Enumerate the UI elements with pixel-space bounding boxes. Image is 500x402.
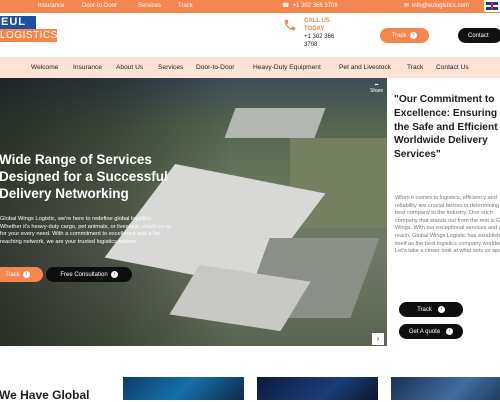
- get-a-quote-button[interactable]: Get A quote ›: [399, 324, 463, 339]
- get-a-quote-label: Get A quote: [408, 328, 441, 335]
- arrow-circle-icon: ›: [437, 306, 445, 313]
- main-nav: Welcome Insurance About Us Services Door…: [0, 57, 500, 78]
- call-us-block: CALL US TODAY +1 302 366 3708: [304, 17, 334, 49]
- hero-section: ➦ Share Wide Range of Services Designed …: [0, 78, 387, 346]
- nav-item-about-us[interactable]: About Us: [116, 64, 143, 71]
- global-section: We Have Global: [0, 346, 500, 402]
- hero-track-button[interactable]: Track ›: [0, 267, 43, 282]
- call-label-1: CALL US: [304, 18, 330, 24]
- uk-flag-icon: [486, 2, 498, 10]
- nav-item-pet-and-livestock[interactable]: Pet and Livestock: [339, 64, 391, 71]
- share-button[interactable]: ➦ Share: [370, 82, 383, 94]
- topbar-email-address: info@eulogistics.com: [412, 2, 469, 9]
- hero-building: [224, 108, 326, 138]
- service-card-image[interactable]: [257, 377, 378, 400]
- phone-call-icon: [284, 19, 296, 31]
- free-consultation-label: Free Consultation: [60, 271, 108, 278]
- service-card-image[interactable]: [123, 377, 244, 400]
- top-bar: Insurance Door-to-Door Services Track ☎ …: [0, 0, 500, 13]
- commitment-track-button[interactable]: Track ›: [399, 302, 463, 317]
- header-contact-button[interactable]: Contact: [458, 28, 500, 43]
- header-track-label: Track: [391, 32, 407, 39]
- hero-title: Wide Range of Services Designed for a Su…: [0, 152, 168, 201]
- arrow-circle-icon: ›: [22, 271, 30, 278]
- share-label: Share: [370, 88, 384, 94]
- topbar-email[interactable]: ✉ info@eulogistics.com: [404, 2, 469, 10]
- phone-icon: ☎: [282, 3, 290, 9]
- nav-item-door-to-door[interactable]: Door-to-Door: [196, 64, 234, 71]
- nav-item-heavy-duty-equipment[interactable]: Heavy-Duty Equipment: [253, 64, 321, 71]
- service-card-image[interactable]: [391, 377, 500, 400]
- header: EUL LOGISTICS CALL US TODAY +1 302 366 3…: [0, 13, 500, 57]
- hero-text: Global Wings Logistic, we're here to red…: [0, 216, 172, 245]
- nav-item-track[interactable]: Track: [407, 64, 423, 71]
- nav-item-insurance[interactable]: Insurance: [73, 64, 102, 71]
- nav-item-welcome[interactable]: Welcome: [31, 64, 58, 71]
- header-contact-label: Contact: [468, 32, 489, 39]
- topbar-link-services[interactable]: Services: [138, 3, 161, 9]
- free-consultation-button[interactable]: Free Consultation ›: [46, 267, 132, 282]
- topbar-phone-number: +1 302 366 3708: [292, 2, 338, 9]
- arrow-circle-icon: ›: [446, 328, 454, 335]
- topbar-link-insurance[interactable]: Insurance: [38, 3, 64, 9]
- header-track-button[interactable]: Track ›: [380, 28, 429, 43]
- logo[interactable]: EUL LOGISTICS: [0, 16, 57, 42]
- logo-bottom: LOGISTICS: [0, 29, 58, 42]
- call-number-2: 3708: [304, 42, 318, 48]
- topbar-link-track[interactable]: Track: [178, 3, 193, 9]
- topbar-phone[interactable]: ☎ +1 302 366 3708: [282, 2, 338, 10]
- language-selector[interactable]: EN: [484, 0, 500, 12]
- arrow-circle-icon: ›: [410, 32, 418, 39]
- commitment-title: "Our Commitment to Excellence: Ensuring …: [394, 94, 498, 161]
- hero-track-label: Track: [5, 271, 20, 278]
- topbar-link-door-to-door[interactable]: Door-to-Door: [82, 3, 117, 9]
- logo-top: EUL: [0, 16, 36, 29]
- mail-icon: ✉: [404, 3, 410, 9]
- call-label-2: TODAY: [304, 26, 325, 32]
- chevron-right-icon[interactable]: ›: [372, 333, 384, 345]
- nav-item-services[interactable]: Services: [158, 64, 183, 71]
- nav-item-contact-us[interactable]: Contact Us: [436, 64, 469, 71]
- commitment-text: When it comes to logistics, efficiency a…: [395, 195, 500, 255]
- arrow-circle-icon: ›: [110, 271, 118, 278]
- call-number-1: +1 302 366: [304, 34, 335, 40]
- commitment-track-label: Track: [417, 306, 432, 313]
